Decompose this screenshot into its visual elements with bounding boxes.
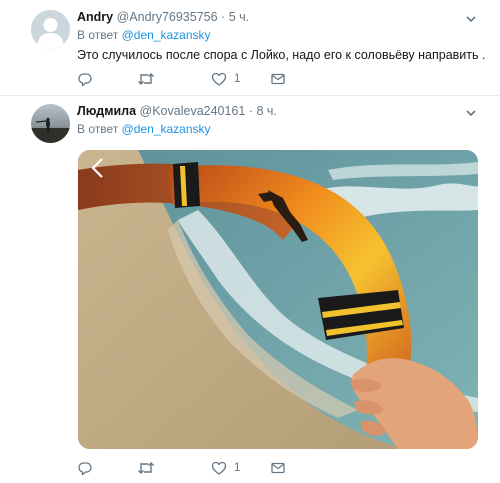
caret-down-icon[interactable] — [465, 12, 477, 24]
like-count: 1 — [234, 73, 241, 85]
retweet-icon — [138, 73, 154, 85]
media-photo[interactable] — [78, 150, 478, 449]
caret-down-icon[interactable] — [465, 106, 477, 118]
retweet-icon — [138, 462, 154, 474]
reply-prefix: В ответ — [77, 122, 119, 136]
direct-message-icon — [271, 73, 285, 85]
media-prev-icon[interactable] — [88, 156, 108, 180]
avatar[interactable] — [31, 104, 70, 143]
separator: · — [248, 104, 254, 118]
like-button[interactable]: 1 — [211, 459, 240, 477]
reply-mention-link[interactable]: @den_kazansky — [122, 28, 211, 42]
tweet-actions: 1 — [77, 459, 297, 477]
default-avatar-icon — [31, 10, 70, 49]
like-button[interactable]: 1 — [211, 70, 240, 88]
reply-context: В ответ @den_kazansky — [77, 27, 211, 43]
direct-message-button[interactable] — [270, 70, 286, 88]
reply-mention-link[interactable]: @den_kazansky — [122, 122, 211, 136]
tweet-header: Людмила @Kovaleva240161 · 8 ч. — [77, 103, 277, 119]
separator: · — [221, 10, 226, 24]
retweet-button[interactable] — [137, 459, 162, 477]
reply-button[interactable] — [77, 70, 100, 88]
author-name[interactable]: Людмила — [77, 104, 136, 118]
direct-message-icon — [271, 462, 285, 474]
avatar[interactable] — [31, 10, 70, 49]
author-handle[interactable]: @Kovaleva240161 — [140, 104, 246, 118]
tweet-time[interactable]: 8 ч. — [257, 104, 277, 118]
direct-message-button[interactable] — [270, 459, 286, 477]
tweet-actions: 1 — [77, 70, 297, 88]
reply-icon — [78, 73, 92, 87]
author-handle[interactable]: @Andry76935756 — [117, 10, 218, 24]
tweet-header: Andry @Andry76935756 · 5 ч. — [77, 9, 249, 25]
avatar-photo — [31, 104, 70, 143]
like-count: 1 — [234, 462, 241, 474]
like-icon — [211, 461, 227, 475]
tweet-text: Это случилось после спора с Лойко, надо … — [77, 48, 486, 62]
author-name[interactable]: Andry — [77, 10, 113, 24]
tweet-1[interactable]: Andry @Andry76935756 · 5 ч. В ответ @den… — [0, 0, 500, 96]
like-icon — [211, 72, 227, 86]
reply-context: В ответ @den_kazansky — [77, 121, 211, 137]
reply-prefix: В ответ — [77, 28, 119, 42]
tweet-time[interactable]: 5 ч. — [229, 10, 249, 24]
reply-icon — [78, 462, 92, 476]
boomerang-beach-photo — [78, 150, 478, 449]
reply-button[interactable] — [77, 459, 100, 477]
retweet-button[interactable] — [137, 70, 162, 88]
